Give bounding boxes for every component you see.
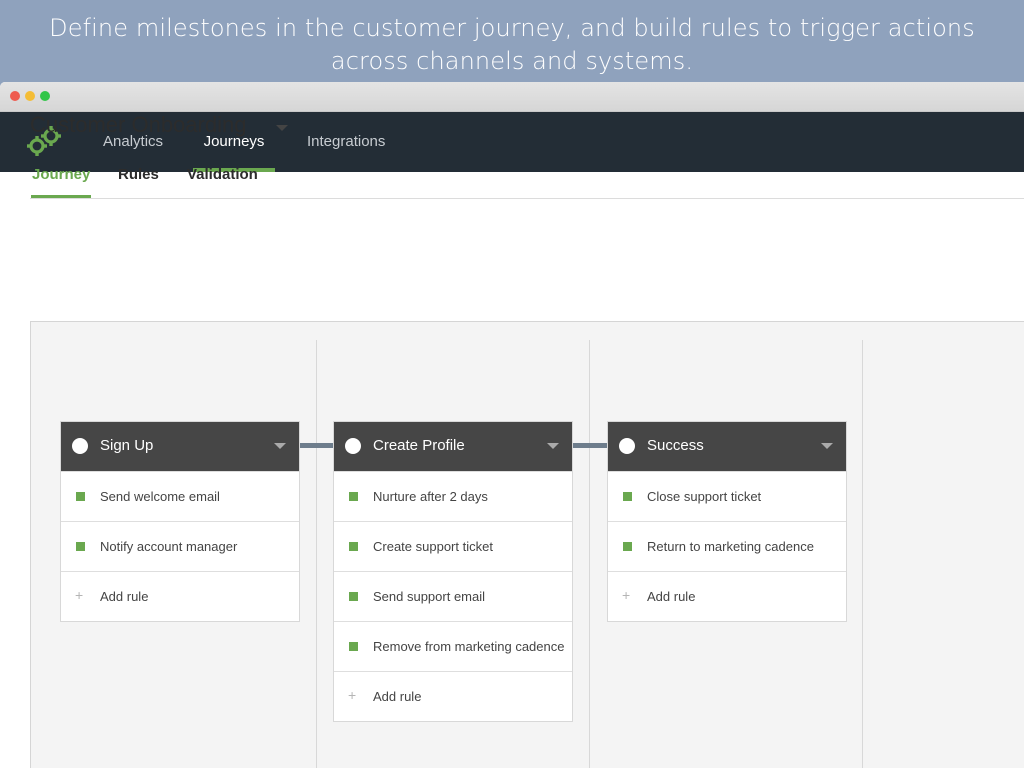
stage-status-circle [619,438,635,454]
stage-card-success: Success Close support ticket Return to m… [607,421,847,622]
banner-line-2: across channels and systems. [330,47,694,75]
rule-item[interactable]: Send welcome email [61,471,299,521]
close-window-button[interactable] [10,91,20,101]
caret-down-icon[interactable] [821,443,833,449]
stage-name: Sign Up [100,437,154,454]
stage-card-create-profile: Create Profile Nurture after 2 days Crea… [333,421,573,722]
stage-header[interactable]: Create Profile [334,422,572,471]
rule-item[interactable]: Remove from marketing cadence [334,621,572,671]
rule-item[interactable]: Send support email [334,571,572,621]
tab-rules[interactable]: Rules [118,166,159,183]
stage-connector [300,443,334,448]
minimize-window-button[interactable] [25,91,35,101]
rule-label: Close support ticket [647,489,762,504]
rule-item[interactable]: Close support ticket [608,471,846,521]
green-square-icon [623,542,632,551]
add-rule-label: Add rule [100,589,149,604]
rule-label: Notify account manager [100,539,238,554]
banner-line-1: Define milestones in the customer journe… [49,14,975,42]
stage-status-circle [72,438,88,454]
rule-label: Nurture after 2 days [373,489,488,504]
page-title[interactable]: Customer Onboarding [30,112,246,138]
green-square-icon [349,592,358,601]
rule-item[interactable]: Return to marketing cadence [608,521,846,571]
rule-label: Remove from marketing cadence [373,639,565,654]
green-square-icon [76,492,85,501]
nav-integrations-label: Integrations [307,133,386,150]
caret-down-icon[interactable] [276,125,288,131]
add-rule-button[interactable]: + Add rule [334,671,572,721]
green-square-icon [349,542,358,551]
rule-item[interactable]: Notify account manager [61,521,299,571]
rule-label: Send welcome email [100,489,220,504]
green-square-icon [349,642,358,651]
rule-item[interactable]: Create support ticket [334,521,572,571]
stage-status-circle [345,438,361,454]
promo-banner: Define milestones in the customer journe… [0,0,1024,82]
caret-down-icon[interactable] [547,443,559,449]
column-divider [862,340,863,768]
tab-journey[interactable]: Journey [32,166,90,183]
green-square-icon [76,542,85,551]
column-divider [589,340,590,768]
add-rule-button[interactable]: + Add rule [608,571,846,621]
stage-name: Create Profile [373,437,465,454]
green-square-icon [623,492,632,501]
stage-card-sign-up: Sign Up Send welcome email Notify accoun… [60,421,300,622]
tabs-divider [30,198,1024,199]
plus-icon: + [348,687,357,703]
rule-label: Send support email [373,589,486,604]
rule-item[interactable]: Nurture after 2 days [334,471,572,521]
stage-header[interactable]: Sign Up [61,422,299,471]
rule-label: Create support ticket [373,539,493,554]
add-rule-label: Add rule [647,589,696,604]
caret-down-icon[interactable] [274,443,286,449]
stage-header[interactable]: Success [608,422,846,471]
nav-integrations[interactable]: Integrations [307,112,385,172]
tab-validation[interactable]: Validation [187,166,258,183]
plus-icon: + [622,587,631,603]
column-divider [316,340,317,768]
green-square-icon [349,492,358,501]
add-rule-button[interactable]: + Add rule [61,571,299,621]
add-rule-label: Add rule [373,689,422,704]
rule-label: Return to marketing cadence [647,539,814,554]
window-titlebar [0,82,1024,112]
plus-icon: + [75,587,84,603]
stage-name: Success [647,437,704,454]
stage-connector [573,443,608,448]
maximize-window-button[interactable] [40,91,50,101]
